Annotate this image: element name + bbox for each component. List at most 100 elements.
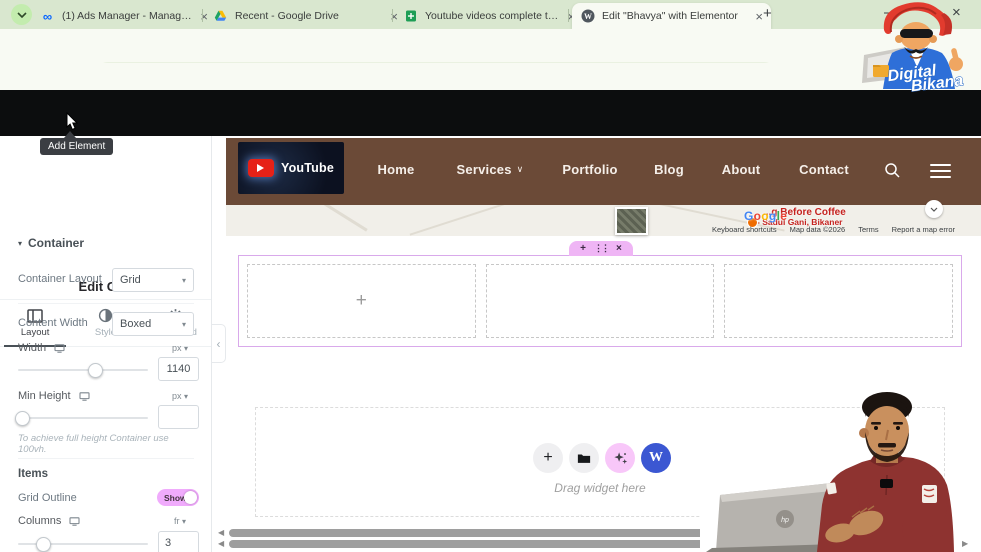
min-height-input[interactable] xyxy=(158,405,199,429)
responsive-desktop-icon[interactable] xyxy=(69,516,80,526)
tab-title: (1) Ads Manager - Manage ads xyxy=(62,10,194,22)
scroll-left-icon[interactable]: ◀ xyxy=(218,529,224,537)
unit-label: px xyxy=(172,343,182,353)
digital-bikana-watermark: Digital Bikana xyxy=(862,2,965,95)
min-height-slider[interactable] xyxy=(15,411,148,426)
min-height-unit-select[interactable]: px ▾ xyxy=(172,391,188,401)
columns-unit-select[interactable]: fr ▾ xyxy=(174,516,186,526)
handle-delete-icon[interactable]: × xyxy=(616,243,622,254)
browser-tab-youtube-topics[interactable]: Youtube videos complete topic × xyxy=(395,3,583,29)
ai-builder-button[interactable] xyxy=(605,443,635,473)
section-heading: Container xyxy=(28,236,85,250)
grid-cell-1[interactable]: + xyxy=(247,264,476,338)
new-tab-button[interactable]: + xyxy=(763,6,772,21)
nav-services[interactable]: Services ∨ xyxy=(457,162,524,177)
nav-home[interactable]: Home xyxy=(378,162,415,177)
wordpress-icon: W xyxy=(580,9,595,24)
google-logo: Google xyxy=(744,209,788,223)
panel-collapse-handle[interactable]: ‹ xyxy=(212,324,226,363)
container-section-header[interactable]: ▾ Container xyxy=(18,236,84,250)
nav-blog[interactable]: Blog xyxy=(654,162,684,177)
chevron-down-icon xyxy=(16,11,27,18)
responsive-desktop-icon[interactable] xyxy=(79,391,90,401)
handle-add-icon[interactable]: + xyxy=(580,243,586,254)
tab-search-button[interactable] xyxy=(11,4,32,25)
google-sheet-icon xyxy=(403,9,418,24)
youtube-wordmark: YouTube xyxy=(280,161,334,175)
container-layout-select[interactable]: Grid ▾ xyxy=(112,268,194,292)
map-satellite-thumbnail[interactable] xyxy=(615,207,648,235)
grid-container[interactable]: + xyxy=(238,255,962,347)
width-slider[interactable] xyxy=(18,363,148,378)
w-badge: W xyxy=(649,450,663,465)
browser-tab-strip: ∞ (1) Ads Manager - Manage ads × Recent … xyxy=(0,0,981,29)
sparkles-icon xyxy=(613,451,627,464)
map-terms-link[interactable]: Terms xyxy=(858,225,878,234)
hp-logo: hp xyxy=(781,517,789,524)
map-attribution: Keyboard shortcuts Map data ©2026 Terms … xyxy=(712,225,955,234)
tab-close-icon[interactable]: × xyxy=(755,10,763,23)
min-height-slider-thumb[interactable] xyxy=(15,411,30,426)
width-slider-thumb[interactable] xyxy=(88,363,103,378)
grid-cell-3[interactable] xyxy=(724,264,954,338)
elementor-top-bar: + ↺ Bhavya Publish xyxy=(0,90,981,226)
map-collapse-button[interactable] xyxy=(925,200,943,218)
mascot-sunglasses xyxy=(900,29,933,38)
columns-slider[interactable] xyxy=(18,537,148,552)
min-height-label-row: Min Height xyxy=(18,390,90,402)
container-layout-label: Container Layout xyxy=(18,273,102,285)
unit-caret-icon: ▾ xyxy=(182,517,187,526)
browser-tab-elementor-active[interactable]: W Edit "Bhavya" with Elementor × xyxy=(572,3,771,29)
template-library-button[interactable] xyxy=(569,443,599,473)
content-width-label: Content Width xyxy=(18,317,88,329)
scroll-right-icon[interactable]: ▶ xyxy=(962,540,968,548)
nav-about[interactable]: About xyxy=(722,162,761,177)
tab-divider xyxy=(568,9,569,22)
divider xyxy=(18,303,194,304)
columns-input[interactable] xyxy=(158,531,199,552)
map-keyboard-shortcuts[interactable]: Keyboard shortcuts xyxy=(712,225,777,234)
toggle-knob xyxy=(184,491,197,504)
width-label: Width xyxy=(18,342,47,354)
add-element-tooltip: Add Element xyxy=(40,138,114,155)
google-drive-icon xyxy=(213,9,228,24)
min-height-label: Min Height xyxy=(18,390,71,402)
presenter-webcam-cutout: hp xyxy=(700,392,981,552)
section-caret-icon: ▾ xyxy=(18,238,23,248)
scroll-left-icon[interactable]: ◀ xyxy=(218,540,224,548)
select-value: Grid xyxy=(120,274,141,286)
quick-add-buttons: + W xyxy=(533,443,671,473)
site-search-icon[interactable] xyxy=(884,162,901,179)
browser-tab-ads-manager[interactable]: ∞ (1) Ads Manager - Manage ads × xyxy=(32,3,216,29)
screen: ∞ (1) Ads Manager - Manage ads × Recent … xyxy=(0,0,981,552)
content-width-select[interactable]: Boxed ▾ xyxy=(112,312,194,336)
browser-toolbar: ← → ↻ startupsabha.com/wp-admin/post.php… xyxy=(0,29,981,88)
nav-contact[interactable]: Contact xyxy=(799,162,849,177)
hamburger-menu-icon[interactable] xyxy=(930,160,951,182)
columns-slider-thumb[interactable] xyxy=(36,537,51,552)
width-label-row: Width xyxy=(18,342,65,354)
select-caret-icon: ▾ xyxy=(181,319,186,329)
unit-caret-icon: ▾ xyxy=(184,344,189,353)
add-widget-button[interactable]: + xyxy=(533,443,563,473)
handle-drag-icon[interactable]: ⋮⋮ xyxy=(594,243,610,254)
site-logo-youtube[interactable]: YouTube xyxy=(238,142,344,194)
browser-tab-google-drive[interactable]: Recent - Google Drive × xyxy=(205,3,406,29)
container-handle[interactable]: + ⋮⋮ × xyxy=(569,241,633,256)
responsive-desktop-icon[interactable] xyxy=(54,343,65,353)
lapel-mic xyxy=(880,479,893,488)
tab-divider xyxy=(392,9,393,22)
grid-cell-2[interactable] xyxy=(485,264,715,338)
drag-widget-label: Drag widget here xyxy=(554,481,646,495)
width-input[interactable] xyxy=(158,357,199,381)
width-unit-select[interactable]: px ▾ xyxy=(172,343,188,353)
svg-text:W: W xyxy=(584,12,592,21)
columns-label-row: Columns xyxy=(18,515,80,527)
add-widget-plus-icon[interactable]: + xyxy=(356,290,367,312)
elementor-edit-panel: Edit Grid Layout Style Advanced ▾ Contai… xyxy=(0,136,212,552)
nav-portfolio[interactable]: Portfolio xyxy=(562,162,617,177)
grid-outline-toggle[interactable]: Show xyxy=(157,489,199,506)
bookmarks-bar xyxy=(0,63,981,145)
wordpress-widget-button[interactable]: W xyxy=(641,443,671,473)
map-report-error-link[interactable]: Report a map error xyxy=(892,225,955,234)
